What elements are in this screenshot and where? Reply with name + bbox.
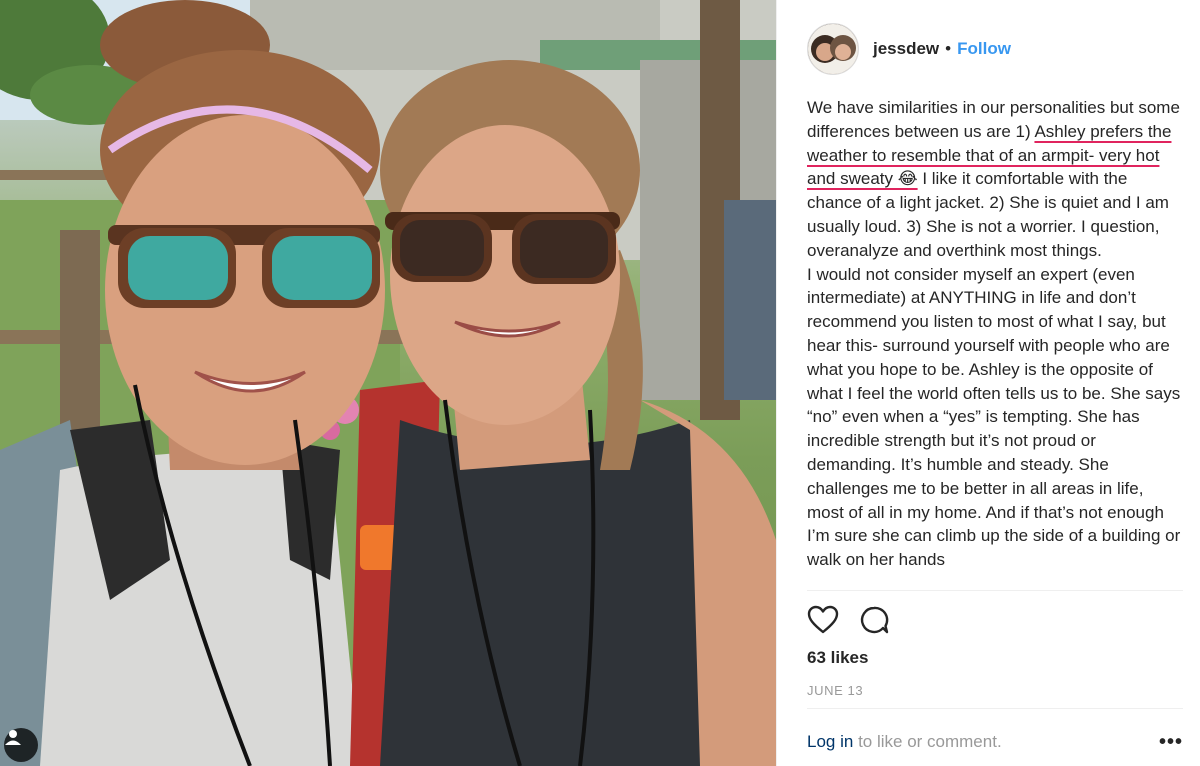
avatar-photo [808,24,858,74]
selfie-illustration [0,0,776,766]
login-prompt-text: Log in to like or comment. [807,732,1002,752]
avatar[interactable] [807,23,859,75]
separator-dot: • [945,39,952,58]
login-prompt: Log in to like or comment. ••• [807,732,1183,752]
heart-icon [807,605,839,633]
follow-button[interactable]: Follow [957,39,1011,59]
login-prompt-rest: to like or comment. [858,732,1002,751]
likes-count[interactable]: 63 likes [807,648,868,668]
tagged-users-button[interactable] [4,728,38,762]
username-link[interactable]: jessdew [873,39,939,59]
comment-button[interactable] [859,605,889,640]
divider-bottom [807,708,1183,709]
login-link[interactable]: Log in [807,732,853,751]
post-header: jessdew • Follow [807,22,1011,76]
more-options-button[interactable]: ••• [1159,732,1183,752]
comment-bubble-icon [860,606,889,633]
user-tag-icon [5,730,21,745]
post-side-panel: jessdew • Follow We have similarities in… [776,0,1200,766]
post-date: JUNE 13 [807,683,864,698]
like-button[interactable] [807,605,839,640]
divider-top [807,590,1183,591]
caption-text-rest: I like it comfortable with the chance of… [807,169,1181,570]
post-photo[interactable] [0,0,776,766]
action-bar [807,605,889,639]
post-caption: We have similarities in our personalitie… [807,96,1183,572]
